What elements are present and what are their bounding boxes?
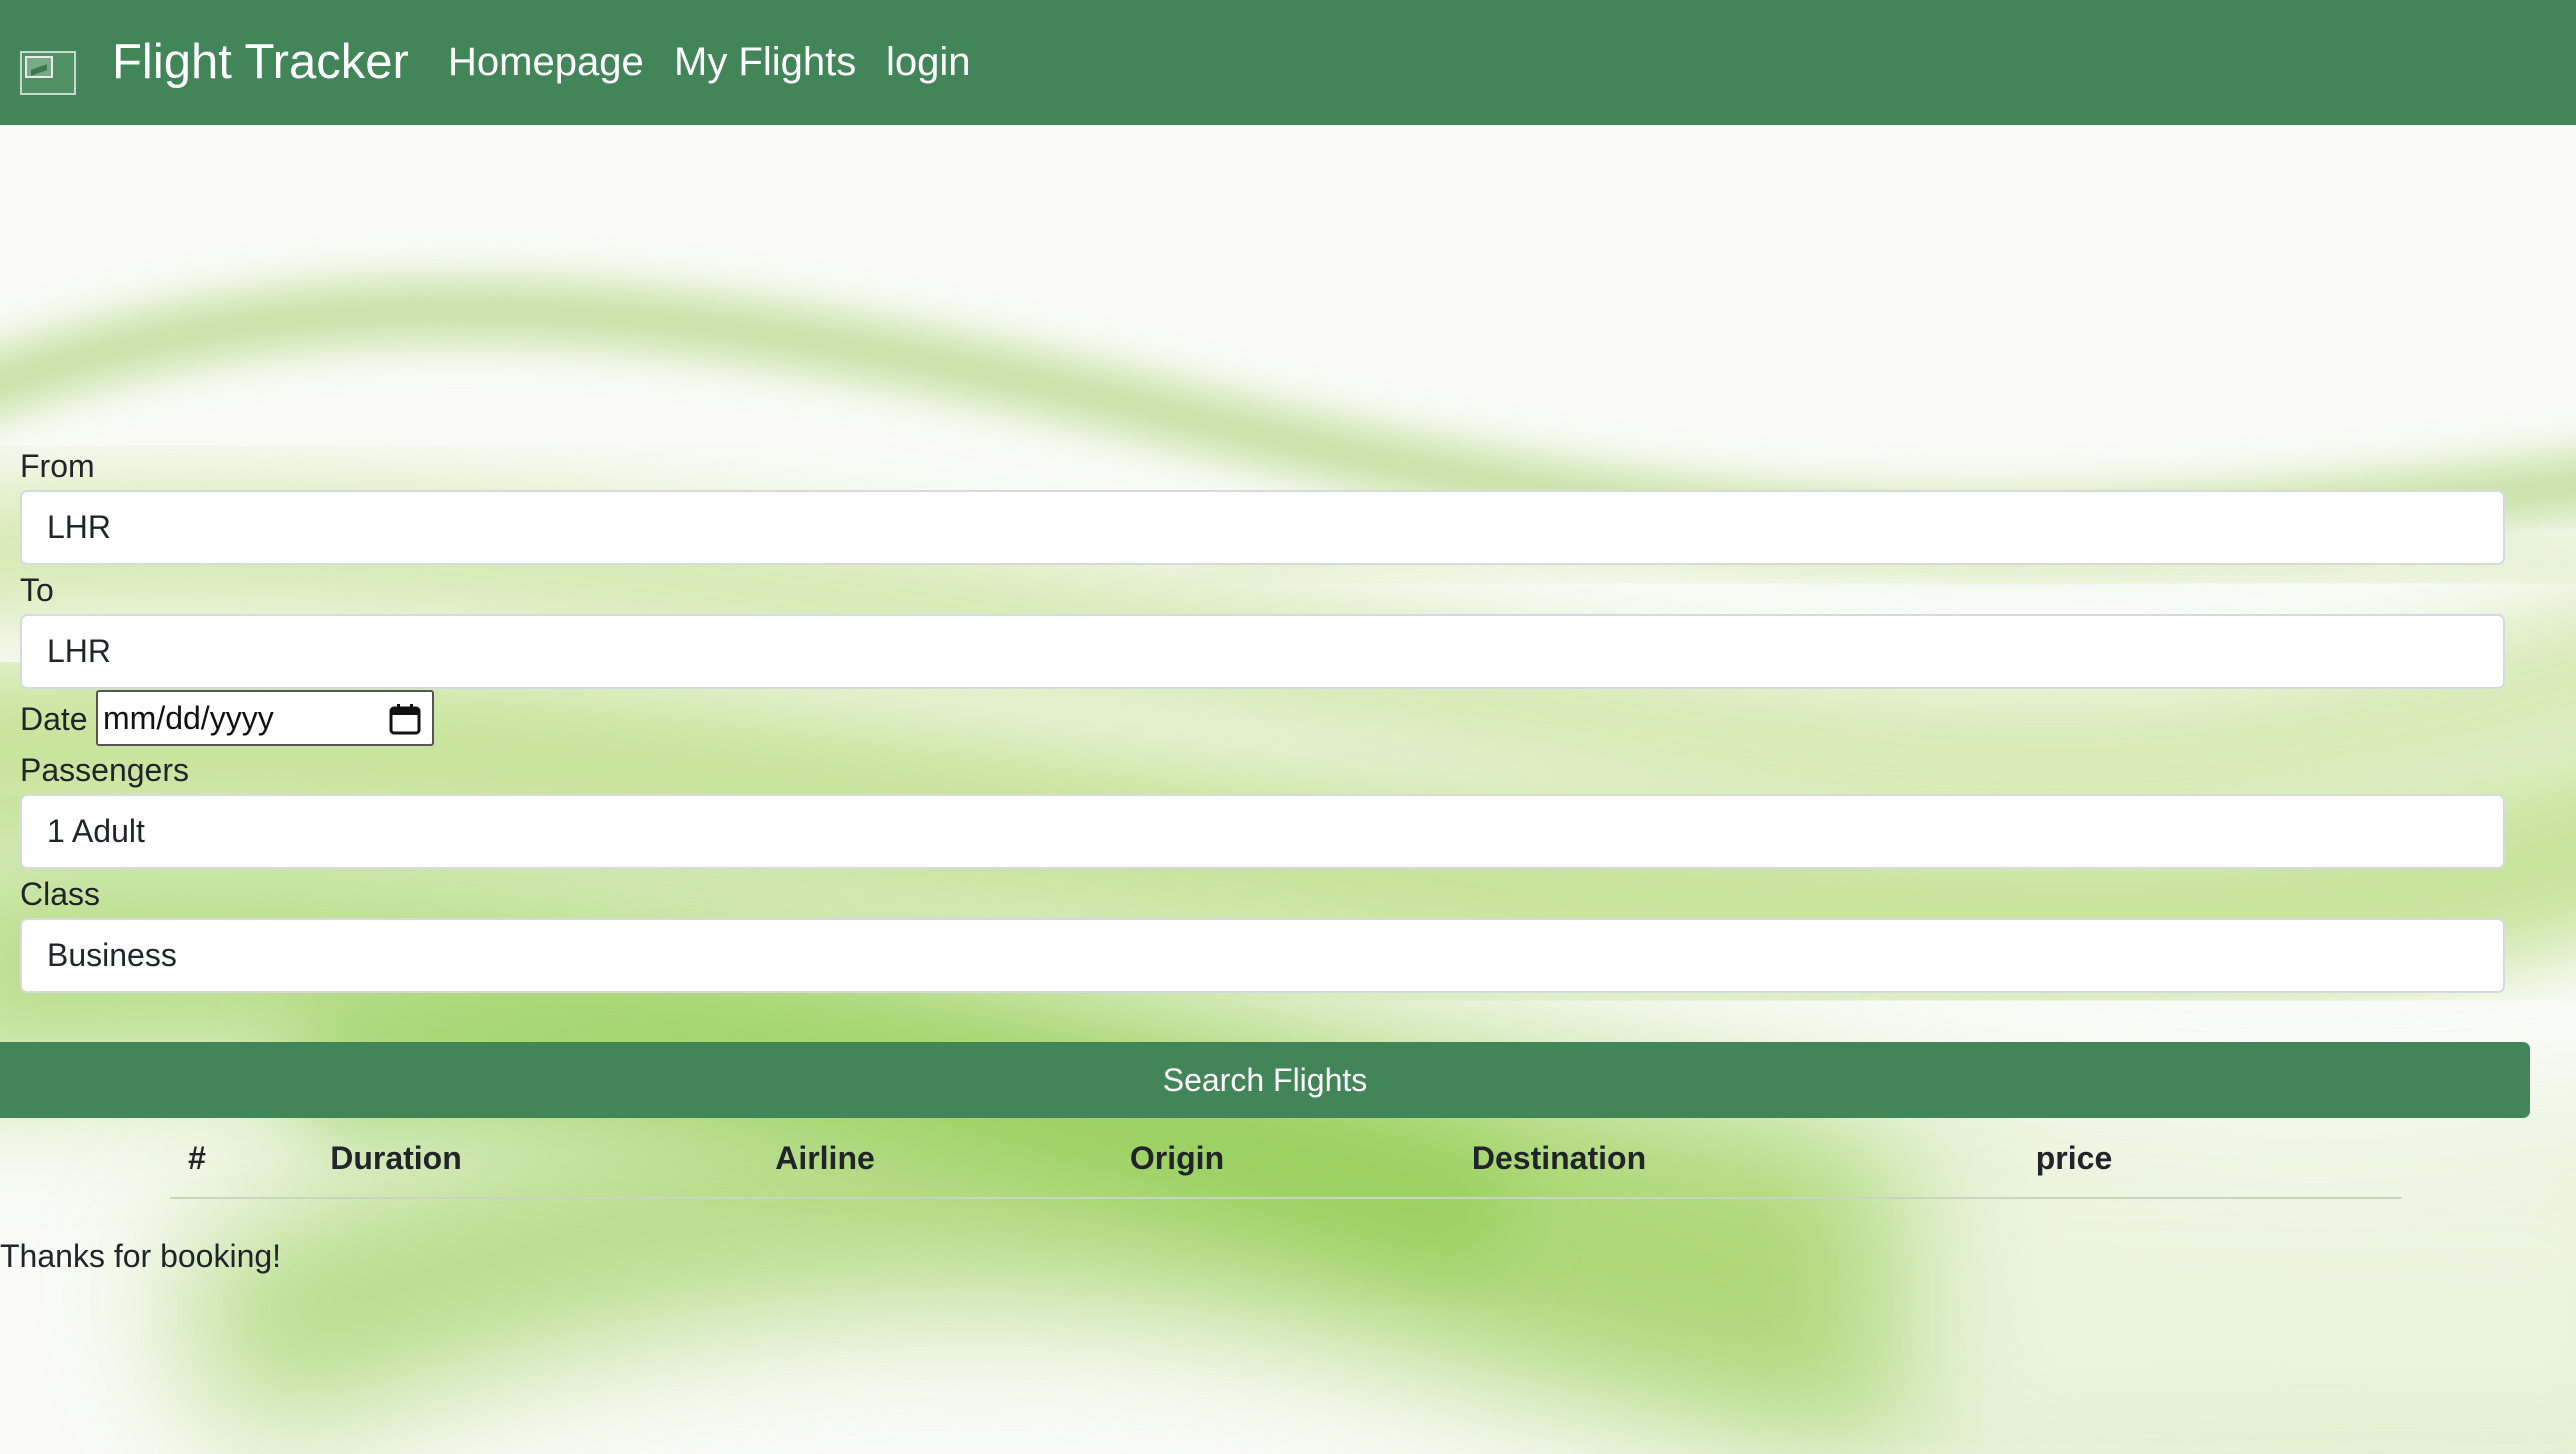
nav-link-my-flights[interactable]: My Flights <box>674 36 856 88</box>
main-content: From LHR To LHR Date mm/dd/yyyy Passenge… <box>0 0 2576 1454</box>
top-navbar: Flight Tracker Homepage My Flights login <box>0 0 2576 125</box>
date-label: Date <box>20 701 88 737</box>
table-header-origin: Origin <box>1129 1140 1225 1176</box>
table-header-airline: Airline <box>775 1140 875 1176</box>
search-flights-button[interactable]: Search Flights <box>0 1042 2530 1118</box>
date-input[interactable]: mm/dd/yyyy <box>96 690 434 746</box>
passengers-label: Passengers <box>20 752 189 788</box>
nav-link-login[interactable]: login <box>886 36 971 88</box>
class-field[interactable]: Business <box>20 918 2505 993</box>
table-header-duration: Duration <box>330 1140 462 1176</box>
from-label: From <box>20 448 95 484</box>
table-header-destination: Destination <box>1471 1140 1647 1176</box>
passengers-field[interactable]: 1 Adult <box>20 794 2505 869</box>
to-field[interactable]: LHR <box>20 614 2505 689</box>
class-label: Class <box>20 876 101 912</box>
table-header-divider <box>170 1197 2402 1199</box>
to-label: To <box>20 572 54 608</box>
broken-logo-image[interactable] <box>20 51 76 95</box>
table-header-price: price <box>2035 1140 2113 1176</box>
brand-title[interactable]: Flight Tracker <box>112 30 409 94</box>
from-field[interactable]: LHR <box>20 490 2505 565</box>
date-placeholder: mm/dd/yyyy <box>103 700 274 736</box>
thanks-message: Thanks for booking! <box>0 1238 282 1274</box>
calendar-icon[interactable] <box>388 702 422 736</box>
broken-image-icon <box>25 56 53 78</box>
table-header-number: # <box>188 1140 206 1176</box>
nav-link-homepage[interactable]: Homepage <box>448 36 644 88</box>
